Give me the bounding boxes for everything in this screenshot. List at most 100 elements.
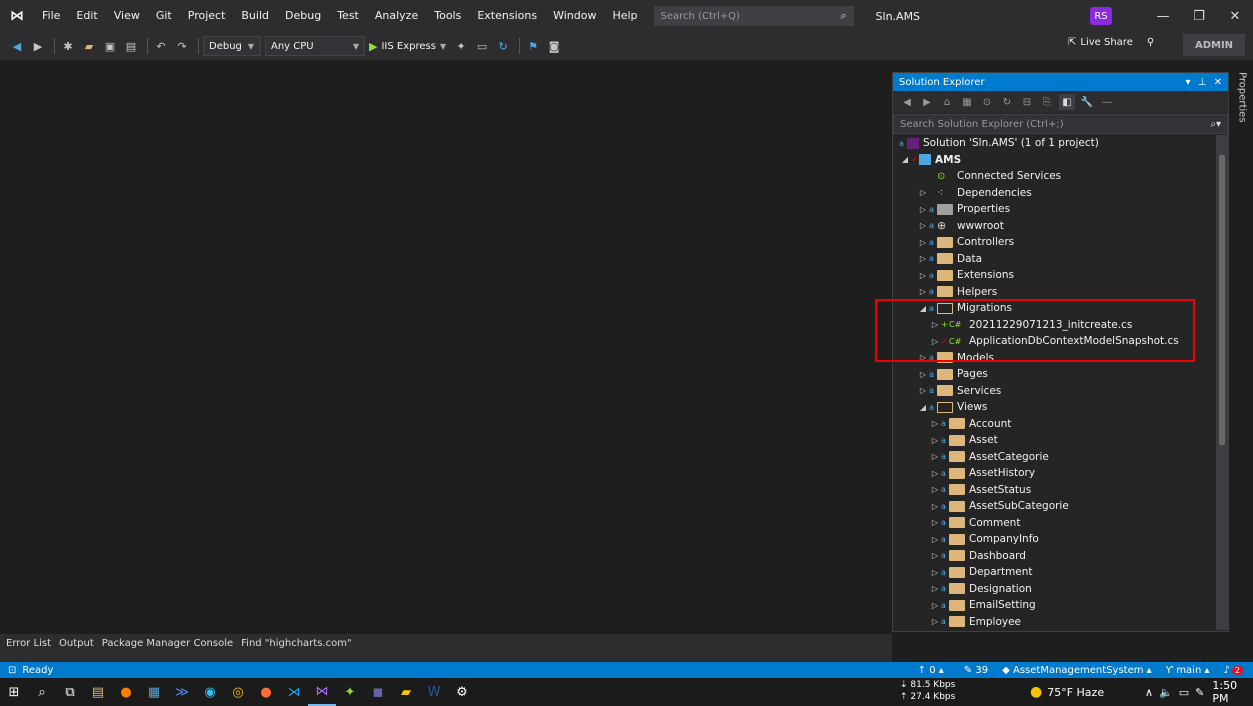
word-icon[interactable]: W — [420, 678, 448, 706]
tree-item[interactable]: ▷ a AssetHistory — [893, 465, 1228, 482]
windows-start-icon[interactable]: ⊞ — [0, 678, 28, 706]
home-icon[interactable]: ⌂ — [939, 94, 955, 110]
collapsed-icon[interactable]: ▷ — [929, 469, 941, 478]
tree-item[interactable]: ▷ a Account — [893, 416, 1228, 433]
tree-item[interactable]: ▷ a AssetSubCategorie — [893, 498, 1228, 515]
weather-widget[interactable]: ● 75°F Haze — [1030, 678, 1104, 706]
tree-item[interactable]: ◢ a Views — [893, 399, 1228, 416]
panel-dropdown-icon[interactable]: ▾ — [1185, 77, 1190, 88]
undo-icon[interactable]: ↶ — [152, 37, 170, 55]
teams-icon[interactable]: ◼ — [364, 678, 392, 706]
chrome-icon[interactable]: ◎ — [224, 678, 252, 706]
collapsed-icon[interactable]: ▷ — [929, 584, 941, 593]
collapsed-icon[interactable]: ▷ — [929, 452, 941, 461]
tree-item[interactable]: ▷ a CompanyInfo — [893, 531, 1228, 548]
repository-selector[interactable]: ◆ AssetManagementSystem ▴ — [1002, 665, 1152, 676]
tree-item[interactable]: ▷ a ⊕ wwwroot — [893, 218, 1228, 235]
menu-git[interactable]: Git — [148, 0, 180, 32]
clock[interactable]: 1:50 PM — [1212, 679, 1253, 705]
screenshot-icon[interactable]: ◙ — [545, 37, 563, 55]
collapsed-icon[interactable]: ▷ — [929, 419, 941, 428]
minus-icon[interactable]: — — [1099, 94, 1115, 110]
menu-tools[interactable]: Tools — [426, 0, 469, 32]
edge-icon[interactable]: ◉ — [196, 678, 224, 706]
new-project-icon[interactable]: ✱ — [59, 37, 77, 55]
firefox-icon[interactable]: ● — [112, 678, 140, 706]
show-all-files-icon[interactable]: ⎘ — [1039, 94, 1055, 110]
menu-file[interactable]: File — [34, 0, 68, 32]
tree-item[interactable]: ▷ a Extensions — [893, 267, 1228, 284]
fire-icon[interactable]: ✦ — [452, 37, 470, 55]
tree-item[interactable]: ▷ a AssetStatus — [893, 482, 1228, 499]
volume-icon[interactable]: 🔈 — [1159, 686, 1173, 699]
bottom-tab[interactable]: Find "highcharts.com" — [241, 638, 351, 649]
collapsed-icon[interactable]: ▷ — [929, 568, 941, 577]
scrollbar-thumb[interactable] — [1219, 155, 1225, 445]
bookmark-icon[interactable]: ⚑ — [524, 37, 542, 55]
switch-views-icon[interactable]: ▦ — [959, 94, 975, 110]
menu-test[interactable]: Test — [329, 0, 367, 32]
branch-selector[interactable]: Ƴ main ▴ — [1166, 665, 1210, 676]
user-avatar[interactable]: RS — [1090, 7, 1112, 25]
collapsed-icon[interactable]: ▷ — [917, 221, 929, 230]
collapsed-icon[interactable]: ▷ — [917, 370, 929, 379]
menu-build[interactable]: Build — [233, 0, 277, 32]
collapsed-icon[interactable]: ▷ — [929, 518, 941, 527]
collapsed-icon[interactable]: ▷ — [929, 551, 941, 560]
tree-item[interactable]: ▷ a Controllers — [893, 234, 1228, 251]
collapsed-icon[interactable]: ▷ — [929, 485, 941, 494]
tree-item[interactable]: ▷ a Department — [893, 564, 1228, 581]
tree-scrollbar[interactable] — [1216, 135, 1228, 630]
expanded-icon[interactable]: ◢ — [917, 403, 929, 412]
restore-icon[interactable]: ❐ — [1181, 0, 1217, 32]
run-button[interactable]: ▶ IIS Express ▼ — [369, 40, 446, 53]
redo-icon[interactable]: ↷ — [173, 37, 191, 55]
solution-explorer-search-input[interactable]: Search Solution Explorer (Ctrl+;) ⌕▾ — [893, 114, 1228, 134]
calculator-icon[interactable]: ▦ — [140, 678, 168, 706]
back-icon[interactable]: ◀ — [899, 94, 915, 110]
menu-edit[interactable]: Edit — [68, 0, 105, 32]
tree-item[interactable]: ▷ a Employee — [893, 614, 1228, 631]
bottom-tab[interactable]: Output — [59, 638, 94, 649]
vscode-icon[interactable]: ⋊ — [280, 678, 308, 706]
collapsed-icon[interactable]: ▷ — [917, 188, 929, 197]
browser-icon[interactable]: ▭ — [473, 37, 491, 55]
tree-item[interactable]: ▷ a AssetCategorie — [893, 449, 1228, 466]
collapsed-icon[interactable]: ▷ — [917, 271, 929, 280]
feedback-icon[interactable]: ⚲ — [1147, 37, 1154, 48]
back-icon[interactable]: ◀ — [8, 37, 26, 55]
forward-icon[interactable]: ▶ — [919, 94, 935, 110]
search-input[interactable]: Search (Ctrl+Q) ⌕ — [653, 6, 854, 26]
tree-item-solution[interactable]: a Solution 'Sln.AMS' (1 of 1 project) — [893, 135, 1228, 152]
collapsed-icon[interactable]: ▷ — [929, 617, 941, 626]
menu-help[interactable]: Help — [604, 0, 645, 32]
properties-icon[interactable]: 🔧 — [1079, 94, 1095, 110]
push-count[interactable]: ↑ 0 ▴ — [918, 665, 944, 676]
collapsed-icon[interactable]: ▷ — [917, 287, 929, 296]
tree-item[interactable]: ▷ a Designation — [893, 581, 1228, 598]
collapsed-icon[interactable]: ▷ — [917, 386, 929, 395]
search-icon[interactable]: ⌕ — [28, 678, 56, 706]
collapsed-icon[interactable]: ▷ — [917, 238, 929, 247]
sync-icon[interactable]: ↻ — [999, 94, 1015, 110]
tree-item[interactable]: ⊙ Connected Services — [893, 168, 1228, 185]
collapsed-icon[interactable]: ▷ — [917, 254, 929, 263]
tree-item[interactable]: ▷ a Data — [893, 251, 1228, 268]
menu-extensions[interactable]: Extensions — [469, 0, 545, 32]
properties-side-tab[interactable]: Properties — [1233, 72, 1251, 162]
pin-icon[interactable]: ⊥ — [1198, 77, 1207, 88]
save-icon[interactable]: ▣ — [101, 37, 119, 55]
visual-studio-icon[interactable]: ⋈ — [308, 678, 336, 706]
menu-project[interactable]: Project — [180, 0, 234, 32]
preview-icon[interactable]: ◧ — [1059, 94, 1075, 110]
configuration-dropdown[interactable]: Debug ▼ — [203, 36, 261, 56]
pending-changes-icon[interactable]: ⊙ — [979, 94, 995, 110]
collapsed-icon[interactable]: ▷ — [917, 205, 929, 214]
platform-dropdown[interactable]: Any CPU ▼ — [265, 36, 365, 56]
network-icon[interactable]: ▭ — [1179, 686, 1189, 699]
tree-item[interactable]: ▷ a Pages — [893, 366, 1228, 383]
tree-item[interactable]: ▷ a Dashboard — [893, 548, 1228, 565]
live-share-button[interactable]: ⇱ Live Share ⚲ — [1068, 37, 1154, 48]
collapse-all-icon[interactable]: ⊟ — [1019, 94, 1035, 110]
collapsed-icon[interactable]: ▷ — [929, 436, 941, 445]
